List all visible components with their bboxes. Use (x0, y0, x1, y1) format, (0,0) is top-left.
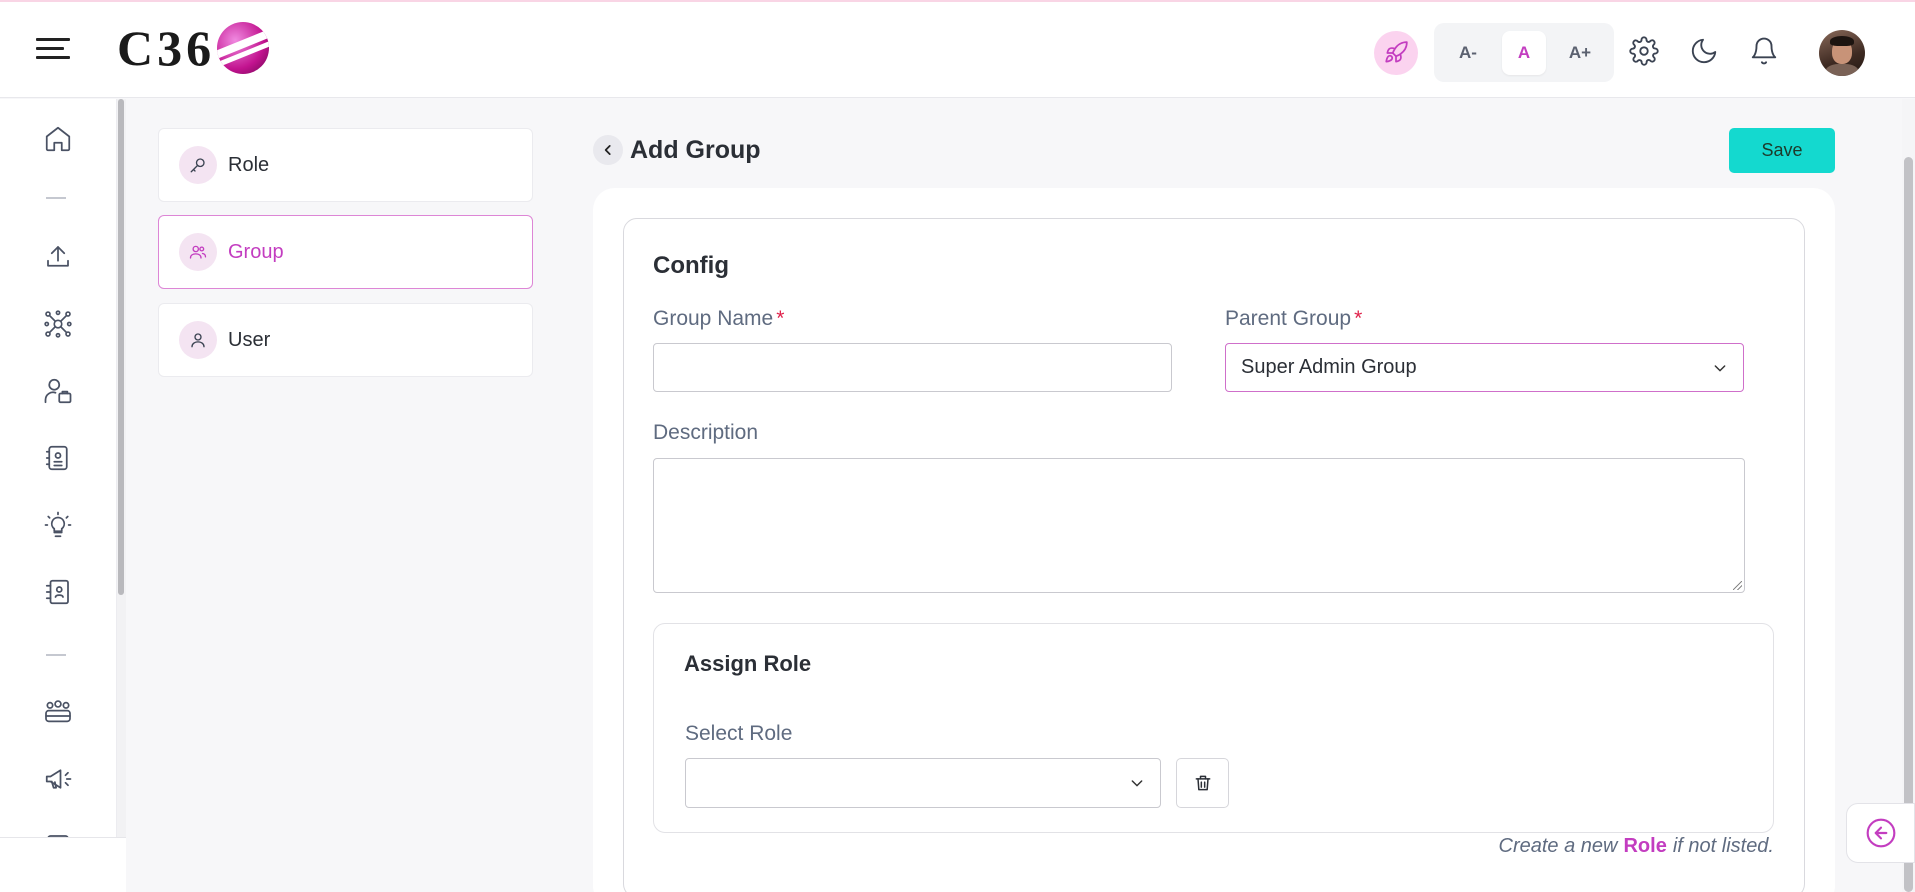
subnav-item-label: User (228, 328, 271, 351)
font-normal-button[interactable]: A (1502, 30, 1546, 75)
font-size-switcher: A- A A+ (1434, 23, 1614, 82)
font-increase-button[interactable]: A+ (1558, 31, 1602, 75)
parent-group-label: Parent Group * (1225, 307, 1362, 331)
user-briefcase-icon[interactable] (40, 373, 76, 409)
network-icon[interactable] (40, 306, 76, 342)
contact-book-icon[interactable] (40, 574, 76, 610)
sidebar-footer (0, 837, 126, 892)
subnav-item-label: Role (228, 153, 270, 176)
rocket-icon[interactable] (1374, 31, 1418, 75)
required-mark: * (776, 307, 785, 330)
home-icon[interactable] (40, 121, 76, 157)
font-decrease-button[interactable]: A- (1446, 31, 1490, 75)
description-label: Description (653, 421, 759, 444)
chevron-down-icon (1131, 780, 1143, 787)
lightbulb-icon[interactable] (40, 507, 76, 543)
app-logo[interactable]: C36 (117, 20, 270, 76)
group-name-input[interactable] (653, 343, 1172, 392)
subnav-item-group[interactable]: Group (158, 215, 533, 289)
create-role-hint: Create a new Role if not listed. (1499, 835, 1774, 858)
top-bar: C36 A- A A+ (0, 0, 1915, 98)
save-button[interactable]: Save (1729, 128, 1835, 173)
assign-role-title: Assign Role (684, 651, 812, 676)
gear-icon[interactable] (1626, 33, 1662, 69)
rail-divider (46, 197, 66, 199)
delete-role-button[interactable] (1176, 758, 1229, 808)
hint-prefix: Create a new (1498, 835, 1618, 857)
config-title: Config (653, 252, 729, 279)
rail-divider (46, 654, 66, 656)
page-scrollbar[interactable] (1902, 99, 1915, 892)
trash-icon (1195, 775, 1210, 791)
key-icon (179, 146, 217, 184)
parent-group-value: Super Admin Group (1241, 356, 1417, 378)
chevron-down-icon (1714, 364, 1726, 371)
create-role-link[interactable]: Role (1617, 835, 1672, 857)
chevron-left-icon (604, 145, 611, 155)
logo-text: C36 (117, 20, 216, 76)
floating-back-button[interactable] (1846, 803, 1915, 863)
required-mark: * (1354, 307, 1363, 330)
page-title: Add Group (630, 136, 761, 164)
select-role-dropdown[interactable] (685, 758, 1161, 808)
sidebar-rail (0, 99, 117, 892)
back-button[interactable] (593, 135, 623, 165)
subnav-item-label: Group (228, 240, 284, 263)
subnav-item-user[interactable]: User (158, 303, 533, 377)
bell-icon[interactable] (1746, 33, 1782, 69)
moon-icon[interactable] (1686, 33, 1722, 69)
description-textarea[interactable] (653, 458, 1745, 593)
id-card-icon[interactable] (40, 440, 76, 476)
upload-icon[interactable] (40, 239, 76, 275)
users-icon (179, 233, 217, 271)
hint-suffix: if not listed. (1672, 835, 1774, 857)
group-name-label: Group Name * (653, 307, 784, 331)
sidebar-scrollbar[interactable] (117, 99, 126, 892)
select-role-label: Select Role (685, 722, 793, 745)
parent-group-label-text: Parent Group (1225, 307, 1352, 330)
avatar[interactable] (1819, 30, 1865, 76)
group-name-label-text: Group Name (653, 307, 774, 330)
logo-globe-icon (217, 22, 270, 74)
subnav-item-role[interactable]: Role (158, 128, 533, 202)
menu-toggle-icon[interactable] (36, 38, 70, 66)
team-icon[interactable] (40, 694, 76, 730)
user-icon (179, 321, 217, 359)
megaphone-icon[interactable] (40, 761, 76, 797)
parent-group-select[interactable]: Super Admin Group (1225, 343, 1744, 392)
arrow-left-circle-icon (1866, 818, 1895, 848)
